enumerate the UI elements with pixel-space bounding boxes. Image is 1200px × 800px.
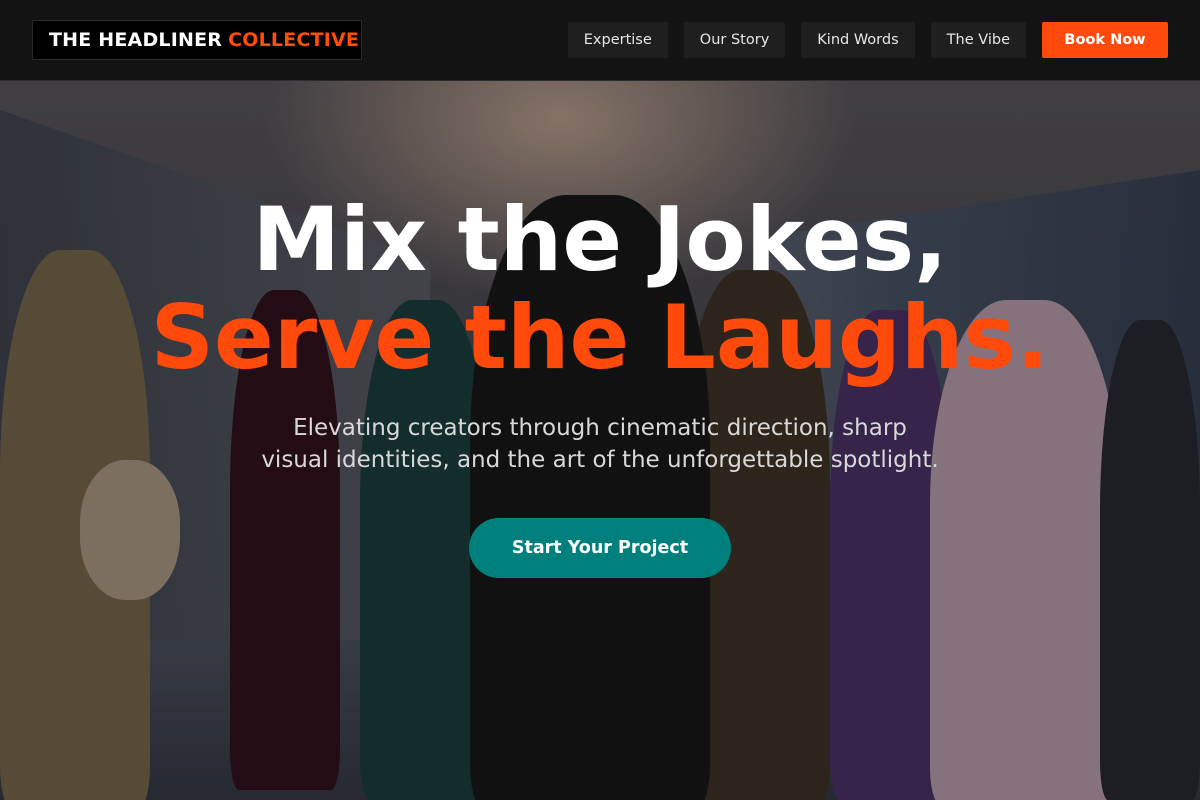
start-project-button[interactable]: Start Your Project: [469, 518, 731, 578]
nav-item-the-vibe[interactable]: The Vibe: [930, 22, 1026, 58]
top-navbar: THE HEADLINER COLLECTIVE Expertise Our S…: [0, 0, 1200, 81]
hero-headline: Mix the Jokes, Serve the Laughs.: [0, 190, 1200, 386]
brand-name-accent: COLLECTIVE: [228, 29, 360, 51]
hero-subtitle: Elevating creators through cinematic dir…: [261, 415, 939, 473]
hero-headline-line-2: Serve the Laughs.: [150, 286, 1050, 389]
brand-logo[interactable]: THE HEADLINER COLLECTIVE: [32, 20, 362, 60]
brand-name-primary: THE HEADLINER: [49, 29, 223, 51]
hero-headline-line-1: Mix the Jokes,: [252, 188, 948, 291]
nav-links: Expertise Our Story Kind Words The Vibe …: [567, 22, 1168, 58]
nav-item-kind-words[interactable]: Kind Words: [801, 22, 915, 58]
book-now-button[interactable]: Book Now: [1042, 22, 1168, 58]
nav-item-expertise[interactable]: Expertise: [567, 22, 668, 58]
nav-item-our-story[interactable]: Our Story: [683, 22, 786, 58]
hero-section: Mix the Jokes, Serve the Laughs. Elevati…: [0, 190, 1200, 578]
